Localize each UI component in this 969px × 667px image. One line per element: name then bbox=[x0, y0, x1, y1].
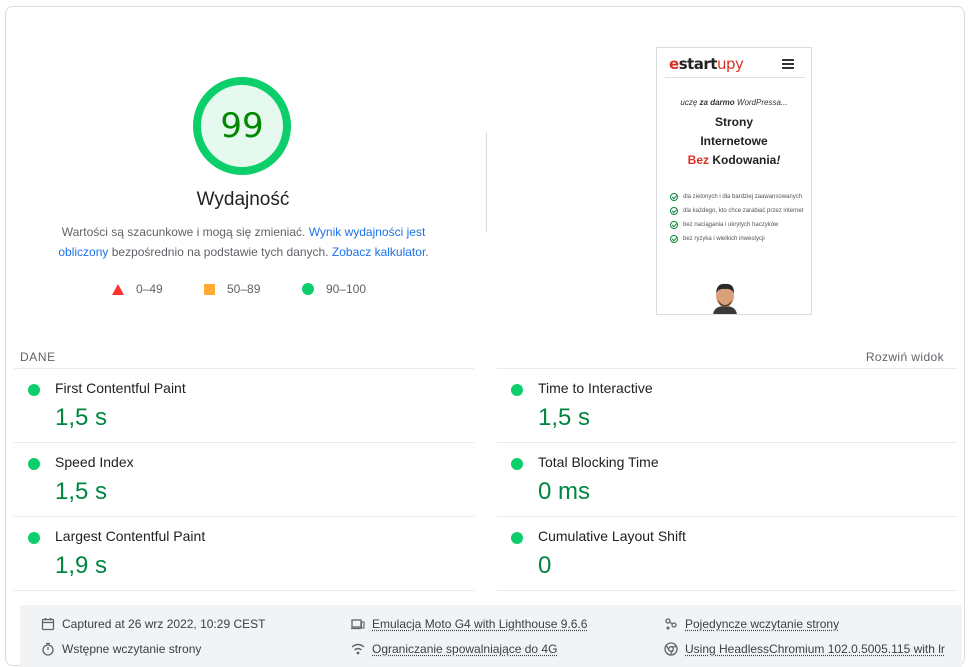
runtime-settings-footer: Captured at 26 wrz 2022, 10:29 CEST Emul… bbox=[20, 605, 962, 667]
metric-name: Largest Contentful Paint bbox=[55, 528, 205, 544]
pass-circle-icon bbox=[28, 458, 40, 470]
metric-value: 0 ms bbox=[538, 478, 590, 506]
legend-fail-label: 0–49 bbox=[136, 282, 163, 296]
metric-speed-index[interactable]: Speed Index 1,5 s bbox=[14, 442, 474, 516]
thumb-tagline: uczę za darmo WordPressa... bbox=[657, 98, 811, 107]
lighthouse-report-card: 99 Wydajność Wartości są szacunkowe i mo… bbox=[5, 6, 965, 666]
check-icon bbox=[670, 207, 678, 215]
metric-largest-contentful-paint[interactable]: Largest Contentful Paint 1,9 s bbox=[14, 516, 474, 590]
metric-value: 0 bbox=[538, 552, 551, 580]
expand-view-toggle[interactable]: Rozwiń widok bbox=[866, 350, 944, 364]
legend-pass-label: 90–100 bbox=[326, 282, 366, 296]
pass-circle-icon bbox=[511, 384, 523, 396]
metric-total-blocking-time[interactable]: Total Blocking Time 0 ms bbox=[497, 442, 957, 516]
pass-circle-icon bbox=[28, 384, 40, 396]
hamburger-menu-icon bbox=[782, 59, 794, 69]
metrics-bottom-rule bbox=[14, 590, 474, 591]
browser-version-text: Using HeadlessChromium 102.0.5005.115 wi… bbox=[685, 642, 945, 656]
metrics-bottom-rule bbox=[497, 590, 957, 591]
initial-page-load: Wstępne wczytanie strony bbox=[41, 642, 201, 656]
metric-value: 1,5 s bbox=[538, 404, 590, 432]
fail-triangle-icon bbox=[112, 284, 124, 295]
thumb-bullet: bez naciągania i ukrytych haczyków bbox=[670, 221, 804, 230]
metric-name: Time to Interactive bbox=[538, 380, 653, 396]
calculator-link[interactable]: Zobacz kalkulator bbox=[332, 245, 425, 259]
check-icon bbox=[670, 193, 678, 201]
legend-average-label: 50–89 bbox=[227, 282, 260, 296]
device-emulation-text: Emulacja Moto G4 with Lighthouse 9.6.6 bbox=[372, 617, 587, 631]
calendar-icon bbox=[41, 617, 55, 631]
metric-value: 1,5 s bbox=[55, 404, 107, 432]
metric-first-contentful-paint[interactable]: First Contentful Paint 1,5 s bbox=[14, 368, 474, 442]
metric-value: 1,9 s bbox=[55, 552, 107, 580]
metric-name: Speed Index bbox=[55, 454, 134, 470]
nodes-icon bbox=[664, 617, 678, 631]
final-screenshot-thumbnail[interactable]: estartupy uczę za darmo WordPressa... St… bbox=[656, 47, 812, 315]
pass-circle-icon bbox=[302, 283, 314, 295]
metric-cumulative-layout-shift[interactable]: Cumulative Layout Shift 0 bbox=[497, 516, 957, 590]
metric-name: Cumulative Layout Shift bbox=[538, 528, 686, 544]
network-throttling-text: Ograniczanie spowalniające do 4G bbox=[372, 642, 557, 656]
check-icon bbox=[670, 235, 678, 243]
metric-name: Total Blocking Time bbox=[538, 454, 659, 470]
desc-text-2: bezpośrednio na podstawie tych danych. bbox=[108, 245, 331, 259]
startupy-logo: estartupy bbox=[669, 55, 743, 73]
single-page-load[interactable]: Pojedyncze wczytanie strony bbox=[664, 617, 839, 631]
gauge-title: Wydajność bbox=[143, 189, 343, 211]
pass-circle-icon bbox=[511, 532, 523, 544]
browser-version[interactable]: Using HeadlessChromium 102.0.5005.115 wi… bbox=[664, 642, 945, 656]
device-emulation[interactable]: Emulacja Moto G4 with Lighthouse 9.6.6 bbox=[351, 617, 587, 631]
metric-name: First Contentful Paint bbox=[55, 380, 186, 396]
legend-pass: 90–100 bbox=[302, 282, 366, 296]
performance-gauge[interactable]: 99 bbox=[190, 74, 294, 178]
desc-text-1: Wartości są szacunkowe i mogą się zmieni… bbox=[62, 225, 309, 239]
summary-divider bbox=[486, 132, 487, 232]
thumb-bullet: bez ryzyka i wielkich inwestycji bbox=[670, 235, 804, 244]
initial-page-load-text: Wstępne wczytanie strony bbox=[62, 642, 201, 656]
performance-score: 99 bbox=[190, 74, 294, 178]
metric-value: 1,5 s bbox=[55, 478, 107, 506]
metric-time-to-interactive[interactable]: Time to Interactive 1,5 s bbox=[497, 368, 957, 442]
thumb-bullets: dla zielonych i dla bardziej zaawansowan… bbox=[670, 193, 804, 249]
device-icon bbox=[351, 617, 365, 631]
thumb-bullet: dla każdego, kto chce zarabiać przez int… bbox=[670, 207, 804, 216]
network-throttling[interactable]: Ograniczanie spowalniające do 4G bbox=[351, 642, 557, 656]
pass-circle-icon bbox=[28, 532, 40, 544]
thumb-bullet: dla zielonych i dla bardziej zaawansowan… bbox=[670, 193, 804, 202]
score-description: Wartości są szacunkowe i mogą się zmieni… bbox=[51, 222, 436, 262]
pass-circle-icon bbox=[511, 458, 523, 470]
check-icon bbox=[670, 221, 678, 229]
average-square-icon bbox=[204, 284, 215, 295]
person-photo bbox=[709, 280, 741, 315]
single-page-load-text: Pojedyncze wczytanie strony bbox=[685, 617, 839, 631]
captured-at: Captured at 26 wrz 2022, 10:29 CEST bbox=[41, 617, 265, 631]
timer-icon bbox=[41, 642, 55, 656]
legend-average: 50–89 bbox=[204, 282, 260, 296]
thumb-divider bbox=[665, 77, 805, 78]
captured-at-text: Captured at 26 wrz 2022, 10:29 CEST bbox=[62, 617, 265, 631]
score-legend: 0–49 50–89 90–100 bbox=[6, 282, 486, 298]
chrome-icon bbox=[664, 642, 678, 656]
desc-text-3: . bbox=[425, 245, 428, 259]
legend-fail: 0–49 bbox=[112, 282, 163, 296]
wifi-icon bbox=[351, 642, 365, 656]
thumb-headline: Strony Internetowe Bez Kodowania! bbox=[657, 113, 811, 170]
metrics-section-label: DANE bbox=[20, 350, 56, 364]
